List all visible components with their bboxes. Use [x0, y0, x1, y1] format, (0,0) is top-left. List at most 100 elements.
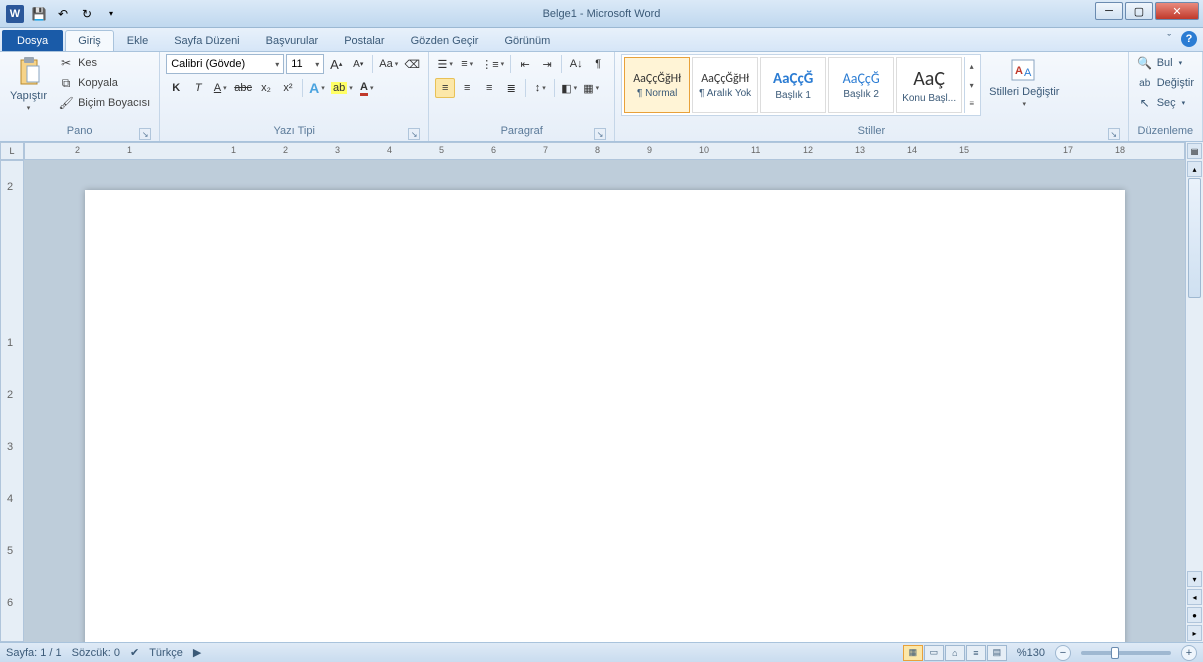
align-center-button[interactable]: ≡ [457, 78, 477, 98]
minimize-ribbon-icon[interactable]: ˇ [1167, 33, 1171, 45]
scroll-down-button[interactable]: ▾ [1187, 571, 1202, 587]
superscript-button[interactable]: x² [278, 78, 298, 98]
replace-button[interactable]: abDeğiştir [1135, 74, 1196, 92]
zoom-in-button[interactable]: + [1181, 645, 1197, 661]
workspace: L 211234567891011121314151718 2123456 ▤ … [0, 142, 1203, 642]
numbering-button[interactable]: ≡ [457, 54, 477, 74]
change-styles-icon: AA [1010, 56, 1038, 84]
change-case-button[interactable]: Aa [377, 54, 400, 74]
copy-button[interactable]: ⧉Kopyala [55, 74, 153, 92]
paste-button[interactable]: Yapıştır ▾ [6, 54, 51, 114]
shrink-font-button[interactable]: A▾ [348, 54, 368, 74]
document-area[interactable] [24, 160, 1185, 642]
line-spacing-button[interactable]: ↕ [530, 78, 550, 98]
italic-button[interactable]: T [188, 78, 208, 98]
align-left-button[interactable]: ≡ [435, 78, 455, 98]
clear-formatting-button[interactable]: ⌫ [402, 54, 422, 74]
browse-object-button[interactable]: ● [1187, 607, 1202, 623]
view-full-read[interactable]: ▭ [924, 645, 944, 661]
borders-button[interactable]: ▦ [581, 78, 601, 98]
ruler-toggle-button[interactable]: ▤ [1187, 143, 1202, 159]
shading-button[interactable]: ◧ [559, 78, 579, 98]
zoom-out-button[interactable]: − [1055, 645, 1071, 661]
status-words[interactable]: Sözcük: 0 [72, 647, 120, 659]
page[interactable] [85, 190, 1125, 642]
align-right-button[interactable]: ≡ [479, 78, 499, 98]
multilevel-button[interactable]: ⋮≡ [479, 54, 506, 74]
select-button[interactable]: ↖Seç▾ [1135, 94, 1196, 112]
status-proof-icon[interactable]: ✔ [130, 646, 139, 659]
font-launcher[interactable]: ↘ [408, 128, 420, 140]
scroll-track[interactable] [1186, 178, 1203, 570]
style-item-3[interactable]: AaÇçĞBaşlık 2 [828, 57, 894, 113]
ruler-corner[interactable]: L [0, 142, 24, 160]
strikethrough-button[interactable]: abc [232, 78, 254, 98]
style-item-0[interactable]: AaÇçĞğHł¶ Normal [624, 57, 690, 113]
undo-button[interactable]: ↶ [52, 3, 74, 25]
bold-button[interactable]: K [166, 78, 186, 98]
zoom-thumb[interactable] [1111, 647, 1119, 659]
tab-file[interactable]: Dosya [2, 30, 63, 51]
style-item-1[interactable]: AaÇçĞğHł¶ Aralık Yok [692, 57, 758, 113]
grow-font-button[interactable]: A▴ [326, 54, 346, 74]
sort-button[interactable]: A↓ [566, 54, 586, 74]
next-page-button[interactable]: ▸ [1187, 625, 1202, 641]
font-name-combo[interactable]: Calibri (Gövde)▾ [166, 54, 284, 74]
styles-launcher[interactable]: ↘ [1108, 128, 1120, 140]
indent-decrease-button[interactable]: ⇤ [515, 54, 535, 74]
styles-more-button[interactable]: ≡ [965, 94, 978, 113]
redo-button[interactable]: ↻ [76, 3, 98, 25]
styles-scroll-up[interactable]: ▴ [965, 57, 978, 76]
maximize-button[interactable]: ▢ [1125, 2, 1153, 20]
view-web[interactable]: ⌂ [945, 645, 965, 661]
tab-insert[interactable]: Ekle [114, 30, 161, 51]
save-button[interactable]: 💾 [28, 3, 50, 25]
view-print-layout[interactable]: ▦ [903, 645, 923, 661]
change-styles-button[interactable]: AA Stilleri Değiştir ▾ [985, 54, 1063, 110]
tab-mailings[interactable]: Postalar [331, 30, 397, 51]
scissors-icon: ✂ [58, 55, 74, 71]
highlight-button[interactable]: ab [329, 78, 355, 98]
cut-button[interactable]: ✂Kes [55, 54, 153, 72]
tab-review[interactable]: Gözden Geçir [398, 30, 492, 51]
format-painter-button[interactable]: 🖌Biçim Boyacısı [55, 94, 153, 112]
app-icon[interactable]: W [4, 3, 26, 25]
view-draft[interactable]: ▤ [987, 645, 1007, 661]
style-item-2[interactable]: AaÇçĞBaşlık 1 [760, 57, 826, 113]
justify-button[interactable]: ≣ [501, 78, 521, 98]
horizontal-ruler[interactable]: 211234567891011121314151718 [24, 142, 1185, 160]
status-page[interactable]: Sayfa: 1 / 1 [6, 647, 62, 659]
clipboard-launcher[interactable]: ↘ [139, 128, 151, 140]
font-color-button[interactable]: A [357, 78, 377, 98]
text-effects-button[interactable]: A [307, 78, 327, 98]
zoom-slider[interactable] [1081, 651, 1171, 655]
styles-scroll-down[interactable]: ▾ [965, 76, 978, 95]
prev-page-button[interactable]: ◂ [1187, 589, 1202, 605]
chevron-down-icon: ▾ [1023, 100, 1027, 108]
scroll-up-button[interactable]: ▴ [1187, 161, 1202, 177]
close-button[interactable]: ✕ [1155, 2, 1199, 20]
minimize-button[interactable]: ─ [1095, 2, 1123, 20]
qat-customize[interactable]: ▾ [100, 3, 122, 25]
tab-layout[interactable]: Sayfa Düzeni [161, 30, 252, 51]
tab-view[interactable]: Görünüm [491, 30, 563, 51]
show-marks-button[interactable]: ¶ [588, 54, 608, 74]
tab-references[interactable]: Başvurular [253, 30, 332, 51]
vertical-ruler[interactable]: 2123456 [0, 160, 24, 642]
window-controls: ─ ▢ ✕ [1095, 2, 1199, 20]
bullets-button[interactable]: ☰ [435, 54, 455, 74]
underline-button[interactable]: A [210, 78, 230, 98]
find-button[interactable]: 🔍Bul▾ [1135, 54, 1196, 72]
view-outline[interactable]: ≡ [966, 645, 986, 661]
subscript-button[interactable]: x₂ [256, 78, 276, 98]
font-size-combo[interactable]: 11▾ [286, 54, 324, 74]
status-language[interactable]: Türkçe [149, 647, 183, 659]
zoom-level[interactable]: %130 [1017, 647, 1045, 659]
paragraph-launcher[interactable]: ↘ [594, 128, 606, 140]
scroll-thumb[interactable] [1188, 178, 1201, 298]
help-button[interactable]: ? [1181, 31, 1197, 47]
style-item-4[interactable]: AaÇKonu Başl... [896, 57, 962, 113]
tab-home[interactable]: Giriş [65, 30, 114, 51]
status-macro-icon[interactable]: ▶ [193, 646, 201, 659]
indent-increase-button[interactable]: ⇥ [537, 54, 557, 74]
